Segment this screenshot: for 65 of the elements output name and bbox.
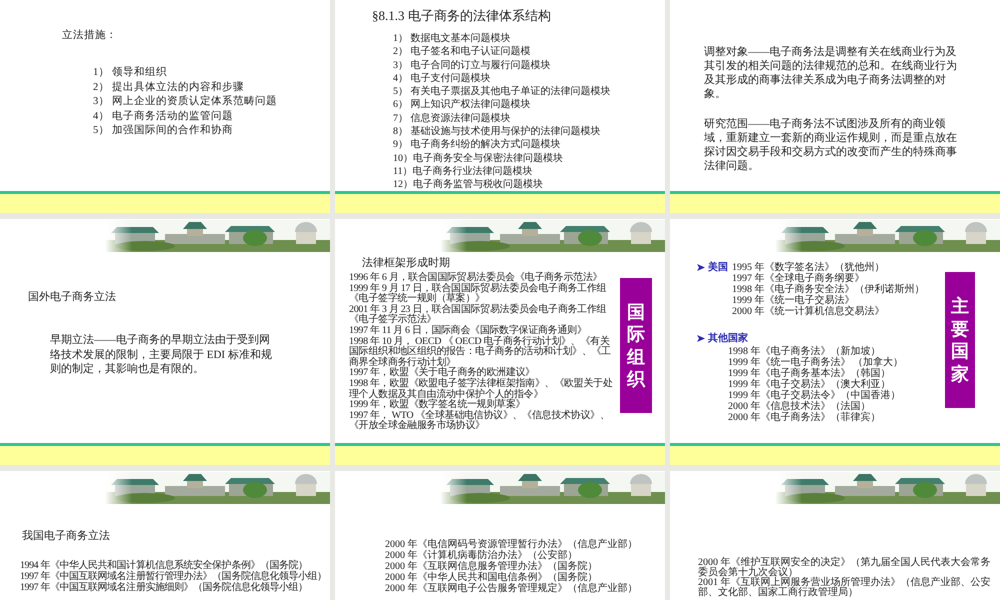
slide-thumbnail[interactable]: 国外电子商务立法 早期立法——电子商务的早期立法由于受到网络技术发展的限制，主要局限于 EDI 标准和规则的制定，其影响也是有限的。 <box>0 219 330 465</box>
slide-thumbnail[interactable] <box>670 219 1000 465</box>
slide-heading: 法律框架形成时期 <box>362 256 451 270</box>
list-item: 1999 年《统一电子交易法》 <box>732 295 854 306</box>
list-item: 1999 年《电子商务基本法》（韩国） <box>728 368 892 379</box>
list-item: 2） 提出具体立法的内容和步骤 <box>93 80 245 94</box>
list-item: 8） 基础设施与技术使用与保护的法律问题模块 <box>393 125 602 138</box>
list-item: 4） 电子支付问题模块 <box>393 72 492 86</box>
list-item: 1994 年《中华人民共和国计算机信息系统安全保护条例》（国务院） <box>20 560 308 571</box>
list-item: 1998 年《电子商务安全法》（伊利诺斯州） <box>732 284 924 295</box>
list-item: 2000 年《互联网信息服务管理办法》（国务院） <box>385 561 598 572</box>
list-item: 1998 年 10 月， OECD 《 OECD 电子商务行动计划》、《有关国际组织和地区组织的报告：电子商务的活动和计划》、《工商界全球商务行动计划》 <box>349 336 612 368</box>
list-item: 1996 年 6 月，联合国国际贸易法委员会《电子商务示范法》 <box>349 273 604 283</box>
list-item: 11）电子商务行业法律问题模块 <box>393 164 534 178</box>
list-item: 2000 年《中华人民共和国电信条例》（国务院） <box>385 572 598 583</box>
list-item: 1998 年，欧盟《欧盟电子签字法律框架指南》、《欧盟关于处理个人数据及其自由流动中保护个人的指令》 <box>349 378 614 400</box>
slide-title: §8.1.3 电子商务的法律体系结构 <box>372 7 552 25</box>
group-label: 其他国家 <box>708 333 748 344</box>
list-item: 2000 年《电信网码号资源管理暂行办法》（信息产业部） <box>385 539 638 550</box>
list-item: 3） 网上企业的资质认定体系范畴问题 <box>93 95 278 109</box>
list-item: 2000 年《电子商务法》（菲律宾） <box>728 412 882 423</box>
list-item: 1） 领导和组织 <box>93 66 168 80</box>
list-item: 2000 年《信息技术法》（法国） <box>728 401 872 412</box>
list-item: 1997 年，欧盟《关于电子商务的欧洲建议》 <box>349 368 535 378</box>
list-item: 1999 年《统一电子商务法》 （加拿大） <box>728 357 904 368</box>
list-item: 1995 年《数字签名法》（犹他州） <box>732 262 886 273</box>
list-item: 9） 电子商务纠纷的解决方式问题模块 <box>393 138 562 152</box>
list-item: 1998 年《电子商务法》（新加坡） <box>728 346 880 357</box>
group-label: 美国 <box>708 262 728 273</box>
slide-heading: 立法措施： <box>62 28 118 42</box>
list-item: 3） 电子合同的订立与履行问题模块 <box>393 58 552 72</box>
vertical-title-banner: 主要国家 <box>945 272 975 408</box>
list-item: 5） 有关电子票据及其他电子单证的法律问题模块 <box>393 85 612 98</box>
list-item: 5） 加强国际间的合作和协商 <box>93 124 234 138</box>
slide-heading: 我国电子商务立法 <box>22 528 111 543</box>
slide-heading: 国外电子商务立法 <box>28 290 117 304</box>
vertical-title-banner: 国际组织 <box>620 278 652 413</box>
list-item: 2001 年《互联网上网服务营业场所管理办法》（信息产业部、公安部、文化部、国家工商行政管理局） <box>698 578 992 598</box>
list-item: 2000 年《计算机病毒防治办法》（公安部） <box>385 550 578 561</box>
list-item: 2000 年《互联网电子公告服务管理规定》（信息产业部） <box>385 583 638 594</box>
list-item: 2） 电子签名和电子认证问题模 <box>393 45 532 59</box>
list-item: 1997 年《全球电子商务纲要》 <box>732 273 866 284</box>
list-item: 1997 年《中国互联网域名注册实施细则》（国务院信息化领导小组） <box>20 582 309 593</box>
paragraph: 调整对象——电子商务法是调整有关在线商业行为及其引发的相关问题的法律规范的总和。在线商业行为及其形成的商事法律关系成为电子商务法调整的对象。 <box>704 45 958 101</box>
list-item: 1） 数据电文基本问题模块 <box>393 32 512 46</box>
list-item: 2000 年《统一计算机信息交易法》 <box>732 306 886 317</box>
list-item: 2000 年《维护互联网安全的决定》（第九届全国人民代表大会常务委员会第十九次会议） <box>698 558 992 578</box>
bullet-icon <box>697 335 705 342</box>
list-item: 1997 年《中国互联网域名注册暂行管理办法》（国务院信息化领导小组） <box>20 571 328 582</box>
list-item: 12）电子商务监管与税收问题模块 <box>393 178 544 192</box>
paragraph: 早期立法——电子商务的早期立法由于受到网络技术发展的限制，主要局限于 EDI 标准和规则的制定，其影响也是有限的。 <box>50 333 273 376</box>
list-item: 7） 信息资源法律问题模块 <box>393 112 512 126</box>
list-item: 1997 年 11 月 6 日，国际商会《国际数字保证商务通则》 <box>349 326 588 336</box>
paragraph: 研究范围——电子商务法不试图涉及所有的商业领域，重新建立一套新的商业运作规则，而是重点放在探讨因交易手段和交易方式的改变而产生的特殊商事法律问题。 <box>704 117 958 173</box>
list-item: 2001 年 3 月 23 日，联合国国际贸易法委员会电子商务工作组《电子签字示范法》 <box>349 304 608 326</box>
list-item: 6） 网上知识产权法律问题模块 <box>393 98 532 112</box>
list-item: 1999 年 9 月 17 日，联合国国际贸易法委员会电子商务工作组《电子签字统一规则（草案）》 <box>349 284 608 304</box>
slide-thumbnail[interactable] <box>335 219 665 465</box>
list-item: 1999 年《电子交易法》（澳大利亚） <box>728 379 892 390</box>
bullet-icon <box>697 264 705 271</box>
list-item: 1999 年，欧盟《数字签名统一规则草案》 <box>349 400 526 410</box>
list-item: 10）电子商务安全与保密法律问题模块 <box>393 152 564 165</box>
list-item: 4） 电子商务活动的监管问题 <box>93 110 234 124</box>
list-item: 1997 年， WTO 《全球基础电信协议》、《信息技术协议》、《开放全球金融服务市场协议》 <box>349 410 610 432</box>
list-item: 1999 年《电子交易法令》（中国香港） <box>728 390 902 401</box>
